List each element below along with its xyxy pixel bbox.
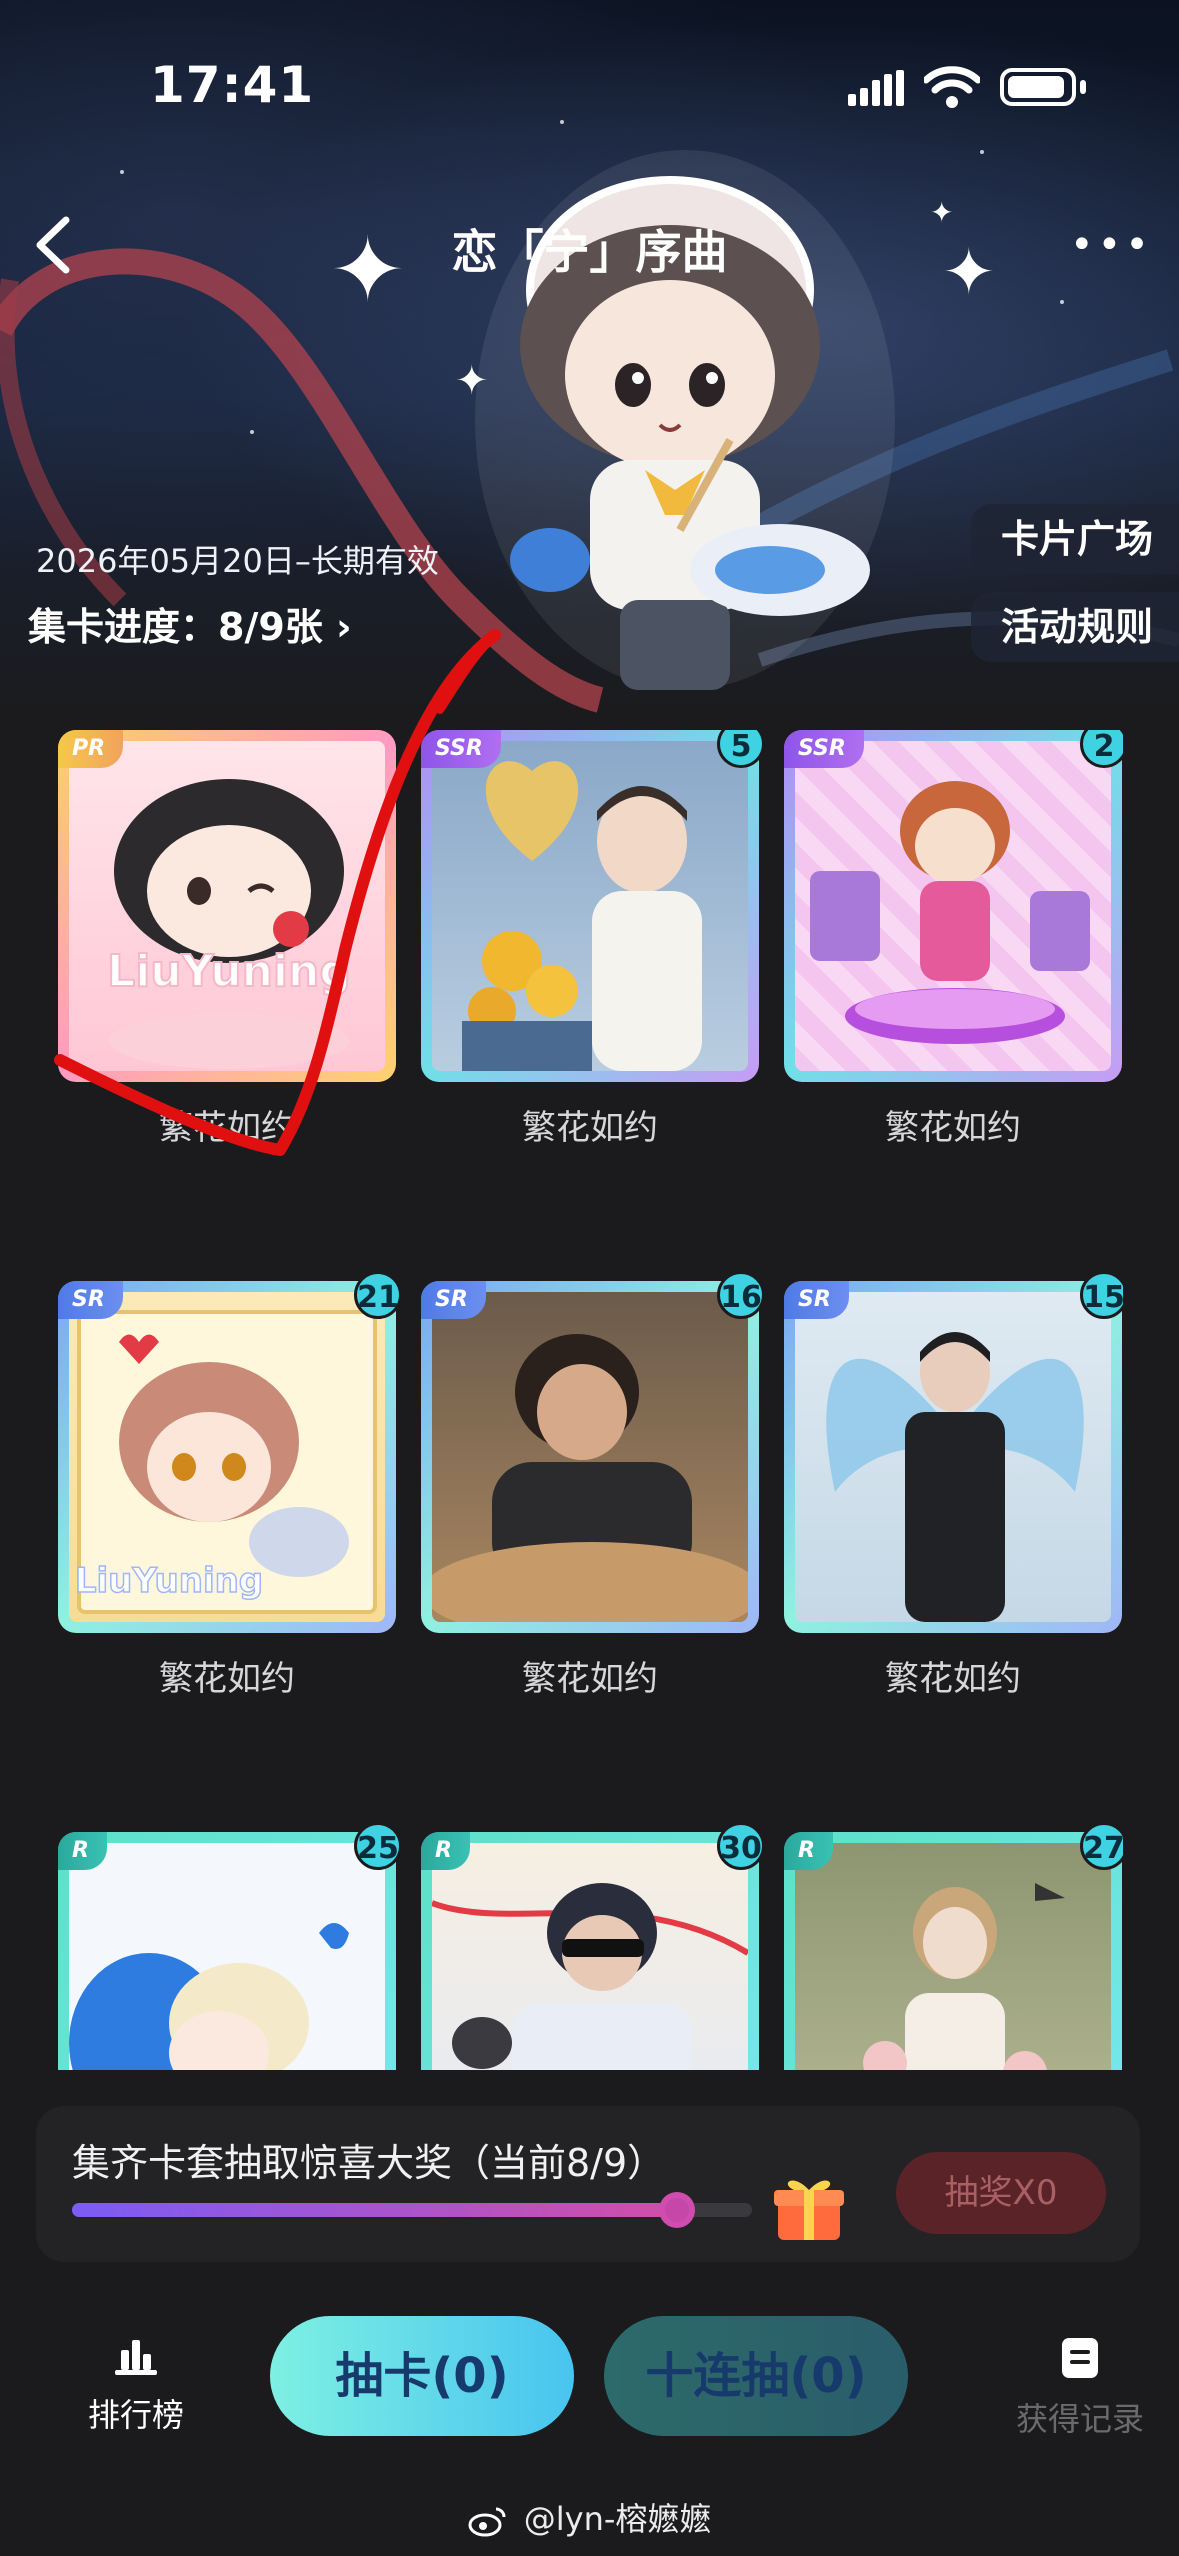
red-check-annotation bbox=[54, 629, 501, 1156]
leaderboard-tab[interactable]: 排行榜 bbox=[76, 2336, 196, 2436]
card-count-badge: 25 bbox=[354, 1822, 402, 1870]
card-name: 繁花如约 bbox=[159, 1659, 295, 1699]
rarity-badge: SR bbox=[784, 1281, 849, 1319]
bar-chart-icon bbox=[115, 2340, 157, 2375]
card-art bbox=[795, 741, 1111, 1071]
rarity-badge: SR bbox=[421, 1281, 486, 1319]
collect-progress-knob bbox=[658, 2192, 695, 2228]
card-item[interactable]: R 27 bbox=[784, 1822, 1123, 2070]
card-name: 繁花如约 bbox=[885, 1108, 1021, 1148]
card-plaza-button[interactable]: 卡片广场 bbox=[970, 504, 1179, 574]
card-item[interactable]: R 25 bbox=[58, 1822, 402, 2070]
card-illustration bbox=[826, 1332, 1084, 1622]
card-count-badge: 15 bbox=[1080, 1271, 1123, 1319]
card-frame: R bbox=[421, 1832, 759, 2070]
gift-box-icon bbox=[774, 2180, 844, 2240]
card-art bbox=[432, 1292, 748, 1622]
card-item[interactable]: R 30 bbox=[421, 1822, 765, 2070]
card-illustration bbox=[810, 781, 1090, 1044]
page-title: 恋「宁」序曲 bbox=[451, 225, 728, 279]
card-count-badge: 21 bbox=[354, 1271, 402, 1319]
card-frame: R bbox=[58, 1832, 396, 2070]
card-frame: SR bbox=[784, 1281, 1122, 1633]
card-art-text: LiuYuning bbox=[75, 1561, 263, 1601]
leaderboard-label: 排行榜 bbox=[87, 2396, 184, 2434]
card-count-badge: 16 bbox=[717, 1271, 765, 1319]
card-art bbox=[69, 1843, 385, 2070]
battery-icon bbox=[1000, 68, 1076, 106]
card-illustration bbox=[432, 1334, 748, 1622]
card-name: 繁花如约 bbox=[885, 1659, 1021, 1699]
card-art bbox=[432, 1843, 748, 2070]
card-item[interactable]: SSR 2 繁花如约 bbox=[784, 730, 1123, 1149]
watermark: @lyn-榕嬷嬷 bbox=[0, 2494, 1179, 2540]
rarity-badge: SR bbox=[58, 1281, 123, 1319]
wifi-icon bbox=[924, 66, 980, 108]
rarity-badge: SSR bbox=[421, 730, 501, 768]
card-art bbox=[795, 1292, 1111, 1622]
card-frame: SR LiuYuning bbox=[58, 1281, 396, 1633]
card-item[interactable]: SR 15 繁花如约 bbox=[784, 1271, 1123, 1700]
document-icon bbox=[1062, 2338, 1098, 2378]
more-dots-icon[interactable]: ••• bbox=[1070, 225, 1153, 265]
card-count-badge: 27 bbox=[1080, 1822, 1123, 1870]
card-illustration: LiuYuning bbox=[74, 1310, 377, 1614]
status-time: 17:41 bbox=[150, 56, 315, 114]
card-art bbox=[795, 1843, 1111, 2070]
card-frame: SSR bbox=[784, 730, 1122, 1082]
card-count-badge: 30 bbox=[717, 1822, 765, 1870]
weibo-icon bbox=[468, 2507, 506, 2537]
rarity-badge: SSR bbox=[784, 730, 864, 768]
draw-card-button[interactable]: 抽卡(0) bbox=[270, 2316, 574, 2436]
collect-progress-bar bbox=[72, 2192, 752, 2228]
card-name: 繁花如约 bbox=[522, 1659, 658, 1699]
card-frame: R bbox=[784, 1832, 1122, 2070]
hero-banner: ✦ ✦ ✦ ✦ 17:41 恋「宁」序曲 ••• 2026年05月20日–长期有… bbox=[0, 0, 1179, 720]
card-frame: SR bbox=[421, 1281, 759, 1633]
ten-draw-button[interactable]: 十连抽(0) bbox=[604, 2316, 908, 2436]
collect-progress-fill bbox=[72, 2203, 677, 2217]
record-label: 获得记录 bbox=[1015, 2400, 1144, 2438]
card-art: LiuYuning bbox=[69, 1292, 385, 1622]
card-item[interactable]: SR 16 繁花如约 bbox=[421, 1271, 765, 1700]
card-illustration bbox=[432, 1883, 748, 2070]
cellular-signal-icon bbox=[848, 70, 904, 106]
watermark-text: @lyn-榕嬷嬷 bbox=[523, 2500, 712, 2538]
card-illustration bbox=[69, 1923, 349, 2070]
rarity-badge: PR bbox=[58, 730, 124, 768]
validity-period: 2026年05月20日–长期有效 bbox=[36, 542, 439, 580]
event-rules-button[interactable]: 活动规则 bbox=[970, 592, 1179, 662]
card-illustration bbox=[863, 1883, 1065, 2070]
collect-reward-title: 集齐卡套抽取惊喜大奖（当前8/9） bbox=[72, 2141, 666, 2185]
battery-cap bbox=[1080, 80, 1086, 94]
status-bar: 17:41 bbox=[0, 0, 1179, 140]
rarity-badge: R bbox=[784, 1832, 833, 1870]
rarity-badge: R bbox=[421, 1832, 470, 1870]
collect-reward-panel: 集齐卡套抽取惊喜大奖（当前8/9） 抽奖X0 bbox=[36, 2106, 1140, 2262]
rarity-badge: R bbox=[58, 1832, 107, 1870]
record-tab[interactable]: 获得记录 bbox=[1010, 2336, 1150, 2440]
card-item[interactable]: SR LiuYuning 21 繁花如约 bbox=[58, 1271, 402, 1700]
lottery-button[interactable]: 抽奖X0 bbox=[896, 2152, 1106, 2234]
